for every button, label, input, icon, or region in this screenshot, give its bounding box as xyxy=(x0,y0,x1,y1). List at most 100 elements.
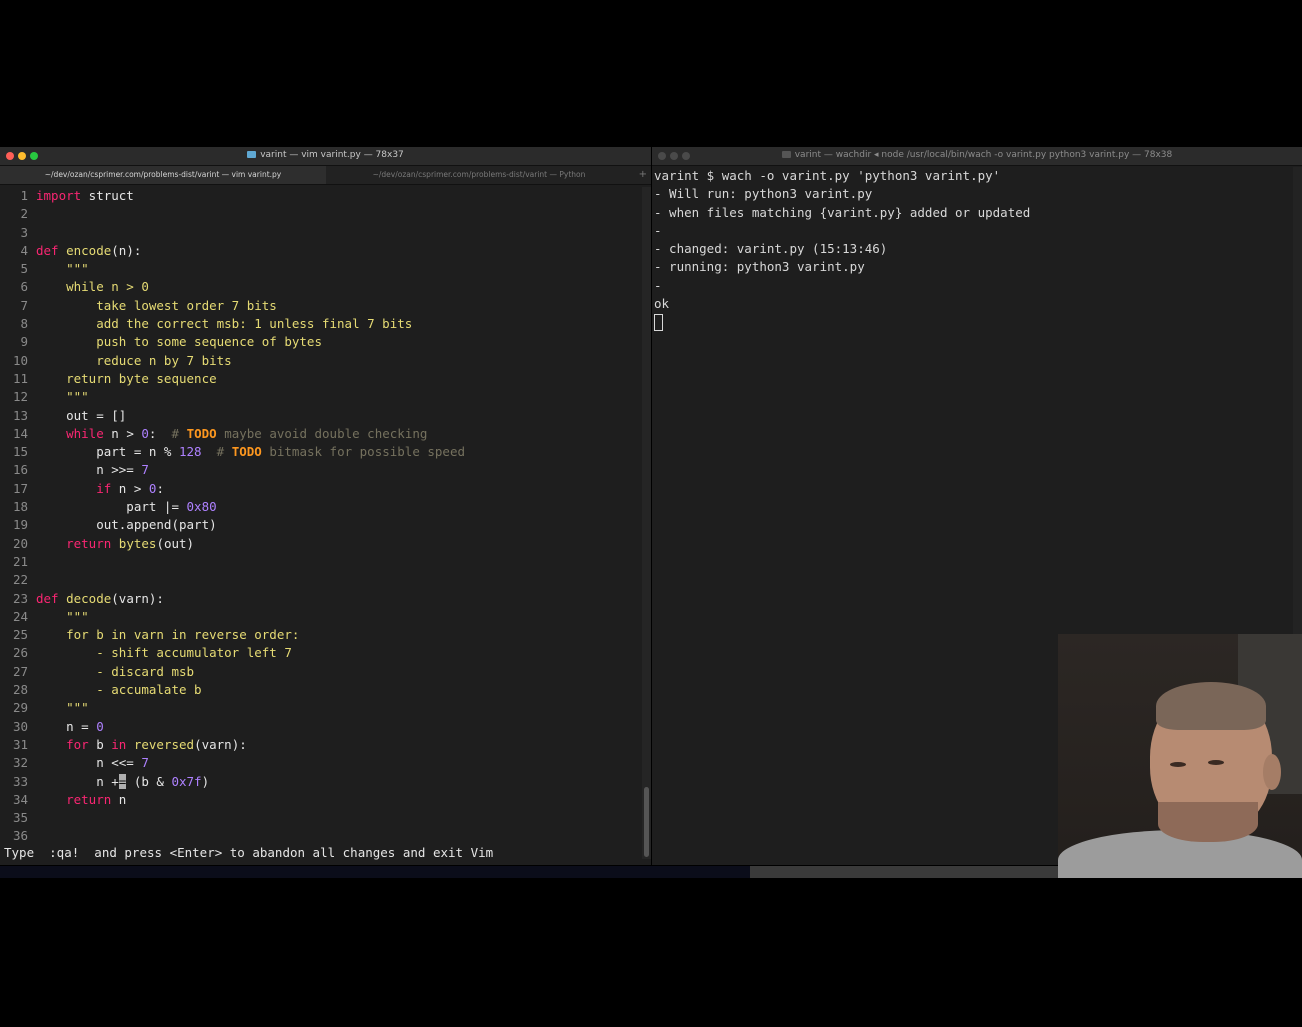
line-number: 33 xyxy=(12,773,28,789)
code-token: decode xyxy=(66,590,112,606)
bottom-strip-right xyxy=(750,866,1060,878)
line-number: 2 xyxy=(20,206,28,222)
window-title: varint — wachdir ◂ node /usr/local/bin/w… xyxy=(652,150,1302,160)
code-token: push to some sequence of bytes xyxy=(36,334,322,350)
code-token: part = n % xyxy=(36,444,179,460)
new-tab-button[interactable]: + xyxy=(639,166,647,184)
code-line[interactable]: 1 import struct xyxy=(0,187,640,205)
code-token: out.append(part) xyxy=(36,517,217,533)
left-titlebar: varint — vim varint.py — 78x37 xyxy=(0,147,651,166)
code-line[interactable]: 19 out.append(part) xyxy=(0,516,640,534)
code-line[interactable]: 12 """ xyxy=(0,388,640,406)
terminal-output[interactable]: varint $ wach -o varint.py 'python3 vari… xyxy=(654,167,1302,332)
code-line[interactable]: 34 return n xyxy=(0,791,640,809)
line-number: 25 xyxy=(12,627,28,643)
terminal-line: - xyxy=(654,277,662,293)
code-line[interactable]: 4 def encode(n): xyxy=(0,242,640,260)
line-number: 17 xyxy=(12,480,28,496)
line-number: 3 xyxy=(20,224,28,240)
code-token: """ xyxy=(36,700,89,716)
line-number: 18 xyxy=(12,499,28,515)
terminal-line: varint $ wach -o varint.py 'python3 vari… xyxy=(654,168,1001,183)
line-number: 15 xyxy=(12,444,28,460)
code-line[interactable]: 26 - shift accumulator left 7 xyxy=(0,644,640,662)
code-line[interactable]: 6 while n > 0 xyxy=(0,278,640,296)
code-line[interactable]: 35 xyxy=(0,809,640,827)
code-token: n >>= xyxy=(36,462,142,478)
code-line[interactable]: 5 """ xyxy=(0,260,640,278)
code-line[interactable]: 30 n = 0 xyxy=(0,718,640,736)
terminal-line: - changed: varint.py (15:13:46) xyxy=(654,241,888,257)
terminal-prompt-line[interactable] xyxy=(654,313,1302,332)
window-title-text: varint — vim varint.py — 78x37 xyxy=(260,150,404,160)
code-line[interactable]: 15 part = n % 128 # TODO bitmask for pos… xyxy=(0,443,640,461)
code-line[interactable]: 7 take lowest order 7 bits xyxy=(0,297,640,315)
vim-terminal-window[interactable]: varint — vim varint.py — 78x37 ~/dev/oza… xyxy=(0,147,651,865)
line-number: 28 xyxy=(12,682,28,698)
code-token: (out) xyxy=(156,535,195,551)
code-token: while n > 0 xyxy=(36,279,149,295)
code-line[interactable]: 18 part |= 0x80 xyxy=(0,498,640,516)
webcam-overlay xyxy=(1058,634,1302,878)
code-editor[interactable]: 1 import struct 2 3 4 def encode(n): 5 """ 6 wh… xyxy=(0,187,640,846)
code-token: struct xyxy=(81,188,134,203)
line-number: 11 xyxy=(12,370,28,386)
code-token: ) xyxy=(201,773,210,789)
code-line[interactable]: 3 xyxy=(0,224,640,242)
code-line[interactable]: 16 n >>= 7 xyxy=(0,461,640,479)
line-number: 35 xyxy=(12,810,28,826)
code-line[interactable]: 28 - accumalate b xyxy=(0,681,640,699)
webcam-eye xyxy=(1170,762,1186,767)
vertical-scrollbar[interactable] xyxy=(642,187,651,859)
code-line[interactable]: 14 while n > 0: # TODO maybe avoid doubl… xyxy=(0,425,640,443)
code-line[interactable]: 21 xyxy=(0,553,640,571)
code-line[interactable]: 17 if n > 0: xyxy=(0,480,640,498)
line-number: 19 xyxy=(12,517,28,533)
code-token: n + xyxy=(36,773,119,789)
code-line[interactable]: 24 """ xyxy=(0,608,640,626)
code-line[interactable]: 33 n += (b & 0x7f) xyxy=(0,773,640,791)
code-token: encode xyxy=(66,242,112,258)
code-token: for b in varn in reverse order: xyxy=(36,627,300,643)
code-token: 0x80 xyxy=(186,499,217,515)
code-line[interactable]: 36 xyxy=(0,827,640,845)
code-token: : xyxy=(148,425,172,441)
line-number: 36 xyxy=(12,828,28,844)
tab-python[interactable]: ~/dev/ozan/csprimer.com/problems-dist/va… xyxy=(327,166,631,184)
line-number: 4 xyxy=(20,242,28,258)
terminal-line: - Will run: python3 varint.py xyxy=(654,186,873,202)
code-line[interactable]: 27 - discard msb xyxy=(0,663,640,681)
line-number: 6 xyxy=(20,279,28,295)
code-line[interactable]: 31 for b in reversed(varn): xyxy=(0,736,640,754)
line-number: 24 xyxy=(12,608,28,624)
code-token: """ xyxy=(36,608,89,624)
code-line[interactable]: 23 def decode(varn): xyxy=(0,590,640,608)
scrollbar-thumb[interactable] xyxy=(644,787,649,857)
code-token: out = [] xyxy=(36,407,127,423)
line-number: 26 xyxy=(12,645,28,661)
code-line[interactable]: 25 for b in varn in reverse order: xyxy=(0,626,640,644)
line-number: 20 xyxy=(12,535,28,551)
code-line[interactable]: 32 n <<= 7 xyxy=(0,754,640,772)
code-line[interactable]: 8 add the correct msb: 1 unless final 7 … xyxy=(0,315,640,333)
code-token: (b & xyxy=(126,773,172,789)
tab-bar: ~/dev/ozan/csprimer.com/problems-dist/va… xyxy=(0,166,651,185)
tab-vim[interactable]: ~/dev/ozan/csprimer.com/problems-dist/va… xyxy=(0,166,326,184)
code-line[interactable]: 2 xyxy=(0,205,640,223)
code-token: part |= xyxy=(36,499,187,515)
code-line[interactable]: 29 """ xyxy=(0,699,640,717)
bottom-strip-left xyxy=(0,866,750,878)
code-token: """ xyxy=(36,261,89,277)
code-line[interactable]: 10 reduce n by 7 bits xyxy=(0,352,640,370)
terminal-line: - running: python3 varint.py xyxy=(654,259,865,275)
code-line[interactable]: 22 xyxy=(0,571,640,589)
code-token: (n): xyxy=(111,242,142,258)
code-line[interactable]: 9 push to some sequence of bytes xyxy=(0,333,640,351)
code-line[interactable]: 13 out = [] xyxy=(0,407,640,425)
code-line[interactable]: 11 return byte sequence xyxy=(0,370,640,388)
webcam-eye xyxy=(1208,760,1224,765)
code-line[interactable]: 20 return bytes(out) xyxy=(0,535,640,553)
